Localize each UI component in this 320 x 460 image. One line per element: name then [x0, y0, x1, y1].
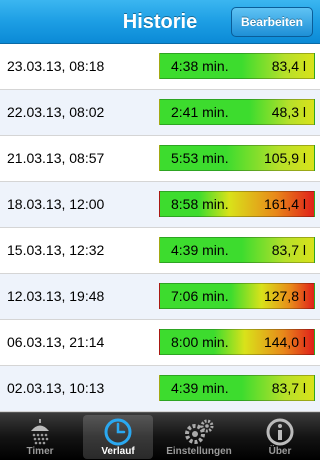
entry-duration: 4:39 min.: [171, 380, 229, 396]
edit-button[interactable]: Bearbeiten: [230, 7, 313, 37]
entry-date: 12.03.13, 19:48: [7, 288, 105, 304]
entry-duration: 5:53 min.: [171, 150, 229, 166]
usage-bar: 8:00 min. 144,0 l: [159, 329, 315, 355]
tab-bar: Timer Verlauf Einstellungen Über: [0, 412, 320, 460]
usage-bar: 2:41 min. 48,3 l: [159, 99, 315, 125]
list-item[interactable]: 12.03.13, 19:48 7:06 min. 127,8 l: [0, 274, 320, 320]
entry-date: 06.03.13, 21:14: [7, 334, 105, 350]
tab-ueber[interactable]: Über: [245, 415, 315, 459]
shower-icon: [31, 419, 49, 445]
entry-duration: 2:41 min.: [171, 104, 229, 120]
entry-date: 15.03.13, 12:32: [7, 242, 105, 258]
list-item[interactable]: 15.03.13, 12:32 4:39 min. 83,7 l: [0, 228, 320, 274]
entry-volume: 83,4 l: [271, 58, 306, 74]
gears-icon: [185, 419, 214, 444]
entry-volume: 127,8 l: [263, 288, 306, 304]
list-item[interactable]: 18.03.13, 12:00 8:58 min. 161,4 l: [0, 182, 320, 228]
tab-einstellungen[interactable]: Einstellungen: [164, 415, 234, 459]
tab-verlauf[interactable]: Verlauf: [83, 415, 153, 459]
entry-volume: 48,3 l: [271, 104, 306, 120]
usage-bar: 4:39 min. 83,7 l: [159, 237, 315, 263]
history-list[interactable]: 23.03.13, 08:18 4:38 min. 83,4 l 22.03.1…: [0, 44, 320, 412]
list-item[interactable]: 23.03.13, 08:18 4:38 min. 83,4 l: [0, 44, 320, 90]
tab-label: Verlauf: [101, 446, 135, 457]
entry-date: 18.03.13, 12:00: [7, 196, 105, 212]
entry-volume: 83,7 l: [271, 242, 306, 258]
clock-icon: [104, 418, 132, 446]
info-icon: [266, 418, 294, 446]
usage-bar: 8:58 min. 161,4 l: [159, 191, 315, 217]
entry-duration: 8:00 min.: [171, 334, 229, 350]
entry-volume: 144,0 l: [263, 334, 306, 350]
tab-label: Einstellungen: [166, 446, 232, 457]
usage-bar: 7:06 min. 127,8 l: [159, 283, 315, 309]
entry-volume: 161,4 l: [263, 196, 306, 212]
entry-duration: 4:39 min.: [171, 242, 229, 258]
list-item[interactable]: 22.03.13, 08:02 2:41 min. 48,3 l: [0, 90, 320, 136]
list-item[interactable]: 21.03.13, 08:57 5:53 min. 105,9 l: [0, 136, 320, 182]
entry-duration: 7:06 min.: [171, 288, 229, 304]
list-item[interactable]: 02.03.13, 10:13 4:39 min. 83,7 l: [0, 366, 320, 412]
entry-date: 02.03.13, 10:13: [7, 380, 105, 396]
tab-timer[interactable]: Timer: [5, 415, 75, 459]
tab-label: Über: [268, 446, 292, 457]
entry-volume: 105,9 l: [263, 150, 306, 166]
entry-date: 22.03.13, 08:02: [7, 104, 105, 120]
list-item[interactable]: 06.03.13, 21:14 8:00 min. 144,0 l: [0, 320, 320, 366]
entry-duration: 4:38 min.: [171, 58, 229, 74]
navigation-bar: Historie Bearbeiten: [0, 0, 320, 44]
tab-label: Timer: [26, 446, 54, 457]
entry-duration: 8:58 min.: [171, 196, 229, 212]
entry-volume: 83,7 l: [271, 380, 306, 396]
usage-bar: 5:53 min. 105,9 l: [159, 145, 315, 171]
entry-date: 23.03.13, 08:18: [7, 58, 105, 74]
entry-date: 21.03.13, 08:57: [7, 150, 105, 166]
usage-bar: 4:39 min. 83,7 l: [159, 375, 315, 401]
usage-bar: 4:38 min. 83,4 l: [159, 53, 315, 79]
